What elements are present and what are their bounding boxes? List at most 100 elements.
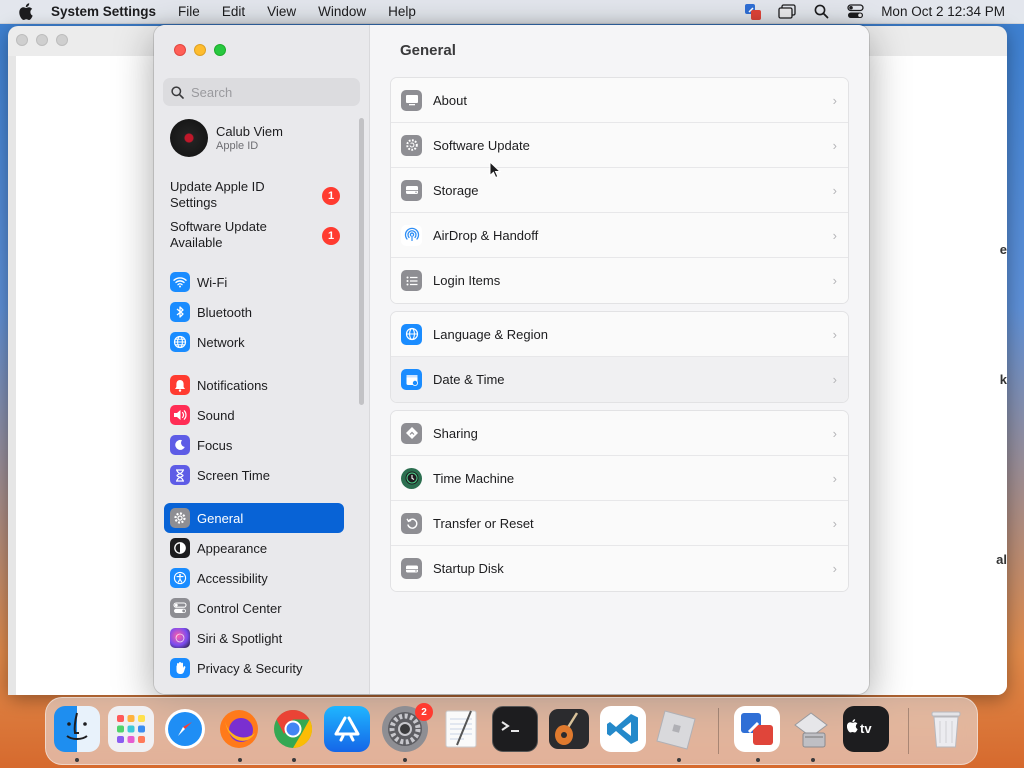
dock-badge: 2 bbox=[415, 703, 433, 721]
bg-window-minimize-button[interactable] bbox=[36, 34, 48, 46]
trash-icon bbox=[931, 711, 961, 748]
sidebar-item-label: Screen Time bbox=[197, 467, 270, 483]
sidebar-item-wifi[interactable]: Wi-Fi bbox=[164, 267, 344, 297]
running-indicator bbox=[292, 758, 296, 762]
menu-help[interactable]: Help bbox=[388, 4, 416, 19]
apple-tv-icon: tv bbox=[847, 719, 872, 736]
sidebar-group-notifications: Notifications Sound Focus Screen Time bbox=[164, 370, 344, 490]
row-transfer-reset[interactable]: Transfer or Reset › bbox=[391, 501, 848, 546]
row-startup-disk[interactable]: Startup Disk › bbox=[391, 546, 848, 591]
menu-view[interactable]: View bbox=[267, 4, 296, 19]
chevron-right-icon: › bbox=[832, 138, 837, 153]
row-date-time[interactable]: Date & Time › bbox=[391, 357, 848, 402]
search-field[interactable]: Search bbox=[163, 78, 360, 106]
screen-mirroring-icon[interactable] bbox=[777, 3, 797, 21]
dock-chrome[interactable] bbox=[270, 706, 316, 752]
dock-roblox[interactable] bbox=[654, 706, 700, 752]
dock-garageband[interactable] bbox=[546, 706, 592, 752]
apple-menu-icon[interactable] bbox=[14, 3, 36, 21]
running-indicator bbox=[403, 758, 407, 762]
roblox-icon bbox=[656, 710, 696, 750]
row-software-update[interactable]: Software Update › bbox=[391, 123, 848, 168]
apple-id-profile[interactable]: Calub Viem Apple ID bbox=[170, 119, 283, 157]
dock-trash[interactable] bbox=[923, 706, 969, 752]
dock-safari[interactable] bbox=[162, 706, 208, 752]
menu-bar-clock[interactable]: Mon Oct 2 12:34 PM bbox=[881, 4, 1005, 19]
dock-textedit[interactable] bbox=[438, 706, 484, 752]
row-login-items[interactable]: Login Items › bbox=[391, 258, 848, 303]
sidebar-group-system: General Appearance Accessibility Control… bbox=[164, 503, 344, 683]
menu-app-name[interactable]: System Settings bbox=[51, 4, 156, 19]
sidebar-item-label: Control Center bbox=[197, 600, 282, 616]
siri-icon bbox=[170, 628, 190, 648]
dock-vscode[interactable] bbox=[600, 706, 646, 752]
dock-terminal[interactable] bbox=[492, 706, 538, 752]
zoom-button[interactable] bbox=[214, 44, 226, 56]
sidebar-item-accessibility[interactable]: Accessibility bbox=[164, 563, 344, 593]
avatar bbox=[170, 119, 208, 157]
sidebar-item-notifications[interactable]: Notifications bbox=[164, 370, 344, 400]
notice-label: Update Apple ID Settings bbox=[170, 179, 265, 210]
notepad-icon bbox=[445, 710, 477, 748]
dock-finder[interactable] bbox=[54, 706, 100, 752]
mouse-cursor-icon bbox=[489, 161, 501, 179]
appearance-icon bbox=[170, 538, 190, 558]
row-label: Language & Region bbox=[433, 326, 548, 342]
svg-text:tv: tv bbox=[860, 721, 872, 736]
bg-window-text-fragment: k bbox=[999, 372, 1007, 387]
row-label: Time Machine bbox=[433, 470, 515, 486]
sidebar-scrollbar[interactable] bbox=[359, 118, 364, 405]
profile-name: Calub Viem bbox=[216, 124, 283, 139]
menu-file[interactable]: File bbox=[178, 4, 200, 19]
remote-desktop-icon bbox=[741, 713, 773, 745]
update-apple-id-settings-item[interactable]: Update Apple ID Settings 1 bbox=[170, 179, 350, 211]
row-storage[interactable]: Storage › bbox=[391, 168, 848, 213]
close-button[interactable] bbox=[174, 44, 186, 56]
notice-label: Software Update Available bbox=[170, 219, 267, 250]
software-update-available-item[interactable]: Software Update Available 1 bbox=[170, 219, 350, 251]
row-language-region[interactable]: Language & Region › bbox=[391, 312, 848, 357]
remote-desktop-status-icon[interactable] bbox=[743, 3, 763, 21]
app-store-icon bbox=[334, 716, 360, 742]
sidebar-item-network[interactable]: Network bbox=[164, 327, 344, 357]
time-machine-icon bbox=[401, 467, 422, 489]
bg-window-zoom-button[interactable] bbox=[56, 34, 68, 46]
globe-icon bbox=[401, 323, 422, 345]
sidebar-item-privacy-security[interactable]: Privacy & Security bbox=[164, 653, 344, 683]
dock-launchpad[interactable] bbox=[108, 706, 154, 752]
dock-firefox[interactable] bbox=[216, 706, 262, 752]
dock-remote-desktop[interactable] bbox=[734, 706, 780, 752]
row-about[interactable]: About › bbox=[391, 78, 848, 123]
sidebar-item-bluetooth[interactable]: Bluetooth bbox=[164, 297, 344, 327]
sidebar-item-focus[interactable]: Focus bbox=[164, 430, 344, 460]
search-icon bbox=[171, 85, 184, 99]
row-label: Date & Time bbox=[433, 372, 505, 387]
sidebar-item-siri-spotlight[interactable]: Siri & Spotlight bbox=[164, 623, 344, 653]
sidebar-item-general[interactable]: General bbox=[164, 503, 344, 533]
main-pane: General About › Software Update › Storag… bbox=[371, 25, 869, 694]
dock-apple-tv[interactable]: tv bbox=[843, 706, 889, 752]
sidebar-item-label: Network bbox=[197, 334, 245, 350]
bg-window-close-button[interactable] bbox=[16, 34, 28, 46]
dock-app-store[interactable] bbox=[324, 706, 370, 752]
drive-icon bbox=[401, 179, 422, 201]
chrome-icon bbox=[274, 709, 313, 749]
spotlight-search-icon[interactable] bbox=[811, 3, 831, 21]
sidebar-item-control-center[interactable]: Control Center bbox=[164, 593, 344, 623]
row-sharing[interactable]: Sharing › bbox=[391, 411, 848, 456]
dock-vmware[interactable] bbox=[788, 706, 834, 752]
menu-edit[interactable]: Edit bbox=[222, 4, 245, 19]
bluetooth-icon bbox=[170, 302, 190, 322]
row-label: Transfer or Reset bbox=[433, 515, 534, 531]
sidebar-item-sound[interactable]: Sound bbox=[164, 400, 344, 430]
menu-window[interactable]: Window bbox=[318, 4, 366, 19]
sidebar-item-screen-time[interactable]: Screen Time bbox=[164, 460, 344, 490]
bg-window-text-fragment: e bbox=[999, 242, 1007, 257]
row-airdrop-handoff[interactable]: AirDrop & Handoff › bbox=[391, 213, 848, 258]
row-time-machine[interactable]: Time Machine › bbox=[391, 456, 848, 501]
minimize-button[interactable] bbox=[194, 44, 206, 56]
chevron-right-icon: › bbox=[832, 561, 837, 576]
control-center-icon[interactable] bbox=[845, 3, 865, 21]
sidebar-item-appearance[interactable]: Appearance bbox=[164, 533, 344, 563]
accessibility-icon bbox=[170, 568, 190, 588]
